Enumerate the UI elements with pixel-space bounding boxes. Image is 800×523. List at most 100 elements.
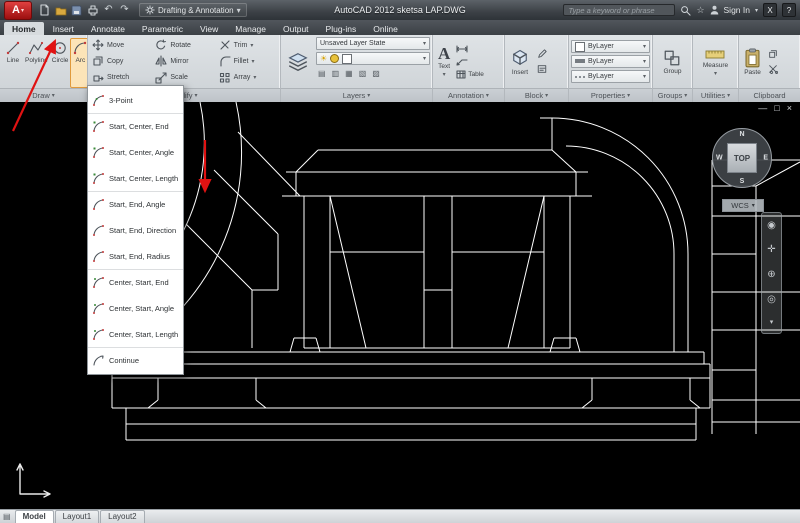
polyline-tool[interactable]: Polyline [23,38,50,88]
edit-attributes-tool[interactable] [537,63,547,75]
arc-menu-item-start-end-direction[interactable]: Start, End, Direction [88,217,183,243]
search-input[interactable] [563,4,676,16]
leader-tool[interactable] [456,56,502,68]
tab-home[interactable]: Home [4,22,44,35]
layer-isolate-icon[interactable]: ▥ [332,69,340,78]
showmotion-icon[interactable]: ▾ [770,318,774,326]
arc-menu-item-continue[interactable]: Continue [88,347,183,373]
tab-manage[interactable]: Manage [227,22,274,35]
stretch-tool[interactable]: Stretch [90,70,151,86]
text-tool[interactable]: A Text ▾ [435,37,453,86]
layer-state-dropdown[interactable]: Unsaved Layer State ▾ [316,37,430,50]
group-tool[interactable]: Group [660,37,684,86]
properties-panel-label[interactable]: Properties ▾ [569,88,652,102]
arc-menu-item-start-end-angle[interactable]: Start, End, Angle [88,191,183,217]
viewcube[interactable]: N S W E TOP [712,128,772,188]
sign-in-button[interactable]: Sign In [724,5,750,15]
draw-panel-label[interactable]: Draw ▾ [0,88,87,102]
block-panel-label[interactable]: Block ▾ [505,88,568,102]
clipboard-panel-label[interactable]: Clipboard [739,88,800,102]
layer-match-icon[interactable]: ▨ [372,69,380,78]
arc-method-icon [93,172,104,184]
pan-icon[interactable]: ✛ [767,244,775,255]
linetype-dropdown[interactable]: ByLayer ▾ [571,70,650,83]
viewcube-north[interactable]: N [739,131,744,138]
application-menu-button[interactable]: A ▾ [4,0,32,20]
lineweight-dropdown[interactable]: ByLayer ▾ [571,55,650,68]
mirror-tool[interactable]: Mirror [153,53,214,69]
table-tool[interactable]: Table [456,69,502,81]
tab-online[interactable]: Online [365,22,406,35]
layer-off-icon[interactable]: ▤ [318,69,326,78]
object-color-dropdown[interactable]: ByLayer ▾ [571,40,650,53]
orbit-icon[interactable]: ◎ [767,294,776,305]
arc-menu-item-start-center-end[interactable]: Start, Center, End [88,113,183,139]
exchange-apps-icon[interactable]: X [763,3,777,17]
tab-plugins[interactable]: Plug-ins [318,22,365,35]
viewcube-top-face[interactable]: TOP [727,143,757,173]
arc-menu-item-start-end-radius[interactable]: Start, End, Radius [88,243,183,269]
arc-menu-item-center-start-angle[interactable]: Center, Start, Angle [88,295,183,321]
tab-annotate[interactable]: Annotate [83,22,133,35]
save-button[interactable] [70,4,83,17]
viewcube-west[interactable]: W [716,155,723,162]
tab-output[interactable]: Output [275,22,317,35]
array-tool[interactable]: Array ▾ [217,70,278,86]
plot-button[interactable] [86,4,99,17]
scale-tool[interactable]: Scale [153,70,214,86]
tab-insert[interactable]: Insert [45,22,82,35]
layer-dropdown[interactable]: ☀ ▾ [316,52,430,65]
tab-parametric[interactable]: Parametric [134,22,191,35]
arc-menu-item-start-center-angle[interactable]: Start, Center, Angle [88,139,183,165]
edit-block-tool[interactable] [537,48,547,60]
layer-properties-button[interactable] [283,37,313,86]
navigation-bar[interactable]: ◉ ✛ ⊕ ◎ ▾ [761,212,782,334]
zoom-icon[interactable]: ⊕ [767,269,775,280]
search-icon[interactable] [680,5,692,16]
annotation-panel-label[interactable]: Annotation ▾ [433,88,504,102]
copy-clip-tool[interactable] [768,48,778,60]
utilities-panel-label[interactable]: Utilities ▾ [693,88,738,102]
groups-panel-label[interactable]: Groups ▾ [653,88,692,102]
workspace-switcher[interactable]: Drafting & Annotation ▾ [139,3,247,17]
insert-block-tool[interactable]: Insert [507,37,533,86]
viewcube-east[interactable]: E [763,155,768,162]
open-file-button[interactable] [54,4,67,17]
redo-button[interactable]: ↷ [118,4,131,17]
arc-menu-item-center-start-length[interactable]: Center, Start, Length [88,321,183,347]
tab-model[interactable]: Model [14,510,54,523]
cut-tool[interactable] [768,63,778,75]
circle-label: Circle [51,57,69,64]
layer-freeze-tool-icon[interactable]: ▦ [345,69,353,78]
copy-tool[interactable]: Copy [90,53,151,69]
star-icon[interactable]: ☆ [696,5,704,15]
close-icon[interactable]: × [787,103,792,113]
tab-layout2[interactable]: Layout2 [100,510,145,523]
minimize-icon[interactable]: — [758,103,767,113]
tab-layout1[interactable]: Layout1 [54,510,100,523]
fillet-tool[interactable]: Fillet ▾ [217,53,278,69]
tab-view[interactable]: View [192,22,226,35]
new-file-button[interactable] [38,4,51,17]
trim-tool[interactable]: Trim ▾ [217,37,278,53]
layers-panel-label[interactable]: Layers ▾ [281,88,432,102]
paste-tool[interactable]: Paste [741,37,764,86]
rotate-tool[interactable]: Rotate [153,37,214,53]
circle-tool[interactable]: Circle [50,38,71,88]
line-tool[interactable]: Line [3,38,23,88]
move-tool[interactable]: Move [90,37,151,53]
undo-button[interactable]: ↶ [102,4,115,17]
viewcube-south[interactable]: S [740,178,745,185]
restore-icon[interactable]: □ [774,103,779,113]
layer-lock-icon[interactable]: ▧ [359,69,367,78]
arc-tool[interactable]: Arc [70,38,87,88]
wcs-dropdown[interactable]: WCS ▾ [722,199,764,212]
measure-tool[interactable]: Measure ▾ [700,37,731,86]
arc-menu-item-3point[interactable]: 3-Point [88,87,183,113]
help-icon[interactable]: ? [782,3,796,17]
grid-icon[interactable]: ▤ [3,510,11,523]
arc-menu-item-center-start-end[interactable]: Center, Start, End [88,269,183,295]
steering-wheel-icon[interactable]: ◉ [767,220,776,231]
arc-menu-item-start-center-length[interactable]: Start, Center, Length [88,165,183,191]
dimension-tool[interactable] [456,43,502,55]
